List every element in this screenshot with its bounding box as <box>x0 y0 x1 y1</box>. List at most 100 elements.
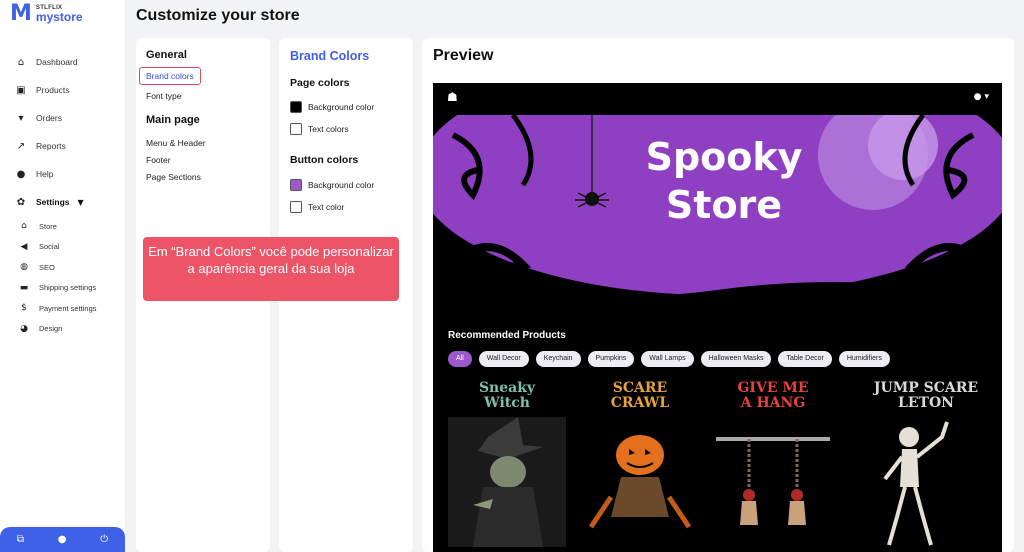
sidebar-subitem-seo[interactable]: ◍ SEO <box>0 257 125 278</box>
sidebar-subitem-label: Payment settings <box>39 303 97 313</box>
product-card[interactable]: Sneaky Witch <box>448 379 566 549</box>
product-card[interactable]: GIVE ME A HANG <box>714 379 832 549</box>
sidebar-subitem-label: SEO <box>39 262 55 272</box>
brand-colors-heading: Brand Colors <box>290 49 370 63</box>
product-title-line1: Sneaky <box>478 380 536 396</box>
chart-icon: ↗ <box>16 140 26 152</box>
chip-wall-lamps[interactable]: Wall Lamps <box>641 351 694 367</box>
logo[interactable]: M STLFLIX mystore <box>10 3 83 25</box>
user-icon[interactable]: ● <box>58 534 67 545</box>
skeleton-product-image <box>883 421 949 546</box>
sidebar-subitem-payment[interactable]: $ Payment settings <box>0 298 125 319</box>
chip-humidifiers[interactable]: Humidifiers <box>838 351 890 367</box>
button-background-color-row[interactable]: Background color <box>290 179 374 191</box>
sidebar-item-label: Settings <box>36 197 70 207</box>
product-title-line2: Witch <box>484 395 530 411</box>
sidebar-item-label: Orders <box>36 113 62 123</box>
pumpkin-product-image <box>588 435 692 529</box>
page-sections-link[interactable]: Page Sections <box>146 172 201 182</box>
ghost-logo-icon: ☗ <box>447 90 458 104</box>
category-filter-chips: All Wall Decor Keychain Pumpkins Wall La… <box>448 351 897 367</box>
sidebar-item-label: Help <box>36 169 54 179</box>
button-background-label: Background color <box>308 180 375 190</box>
page-background-label: Background color <box>308 102 375 112</box>
footer-link[interactable]: Footer <box>146 155 171 165</box>
power-icon[interactable]: ⏻ <box>100 534 108 545</box>
general-heading: General <box>146 49 187 61</box>
font-type-link[interactable]: Font type <box>146 91 181 101</box>
button-background-swatch[interactable] <box>290 179 302 191</box>
button-text-label: Text color <box>308 202 345 212</box>
sidebar-subitem-label: Social <box>39 242 60 252</box>
logo-mark-icon: M <box>10 1 32 26</box>
chip-keychain[interactable]: Keychain <box>535 351 581 367</box>
sidebar-item-products[interactable]: ▣ Products <box>0 76 125 104</box>
sidebar-item-label: Products <box>36 85 70 95</box>
sidebar-subitem-label: Shipping settings <box>39 283 97 293</box>
account-icon: ● <box>973 92 985 102</box>
page-text-color-row[interactable]: Text colors <box>290 123 349 135</box>
sidebar-subitem-label: Design <box>39 324 63 334</box>
sidebar-item-reports[interactable]: ↗ Reports <box>0 132 125 160</box>
store-nav-icons: ●▾ <box>974 92 992 102</box>
sidebar-nav: ⌂ Dashboard ▣ Products ▾ Orders ↗ Report… <box>0 48 125 339</box>
page-text-label: Text colors <box>308 124 349 134</box>
product-title: SCARE CRAWL <box>581 381 699 411</box>
sidebar-item-dashboard[interactable]: ⌂ Dashboard <box>0 48 125 76</box>
dollar-icon: $ <box>21 303 27 314</box>
product-title-line2: LETON <box>898 395 954 411</box>
chip-pumpkins[interactable]: Pumpkins <box>587 351 635 367</box>
sidebar-bottom-bar: ⧉ ● ⏻ <box>0 527 125 552</box>
sidebar-item-settings[interactable]: ✿ Settings ▼ <box>0 188 125 216</box>
page-background-swatch[interactable] <box>290 101 302 113</box>
product-title-line1: GIVE ME <box>737 380 809 396</box>
sidebar-item-label: Dashboard <box>36 57 78 67</box>
chevron-down-icon: ▼ <box>77 197 84 207</box>
product-card[interactable]: SCARE CRAWL <box>581 379 699 549</box>
home-icon: ⌂ <box>17 56 25 68</box>
cart-icon: ▾ <box>984 92 992 102</box>
cart-icon: ▾ <box>18 112 24 124</box>
sidebar-subitem-label: Store <box>39 221 57 231</box>
page-title: Customize your store <box>136 7 300 24</box>
box-icon: ▣ <box>16 84 26 96</box>
brand-colors-tooltip: Em “Brand Colors” você pode personalizar… <box>143 237 399 301</box>
chip-wall-decor[interactable]: Wall Decor <box>478 351 529 367</box>
chip-halloween-masks[interactable]: Halloween Masks <box>700 351 772 367</box>
sidebar-subitem-social[interactable]: ◀ Social <box>0 237 125 258</box>
product-title: GIVE ME A HANG <box>714 381 832 411</box>
bank-icon: ⌂ <box>21 221 27 232</box>
palette-icon: ◕ <box>20 323 28 334</box>
sidebar-subitem-shipping[interactable]: ▬ Shipping settings <box>0 278 125 299</box>
brand-colors-link[interactable]: Brand colors <box>139 67 201 85</box>
chip-table-decor[interactable]: Table Decor <box>778 351 832 367</box>
globe-icon: ◍ <box>20 262 28 273</box>
chip-all[interactable]: All <box>448 351 472 367</box>
preview-panel: Preview ☗ ●▾ Spooky Store Recommended Pr… <box>422 38 1014 552</box>
product-title-line2: CRAWL <box>610 395 670 411</box>
recommended-products-title: Recommended Products <box>448 330 566 341</box>
sidebar-subitem-design[interactable]: ◕ Design <box>0 319 125 340</box>
hero-title: Spooky Store <box>629 133 819 229</box>
button-text-color-row[interactable]: Text color <box>290 201 344 213</box>
external-link-icon[interactable]: ⧉ <box>17 534 24 545</box>
button-text-swatch[interactable] <box>290 201 302 213</box>
share-icon: ◀ <box>20 241 28 252</box>
sidebar-item-orders[interactable]: ▾ Orders <box>0 104 125 132</box>
product-card[interactable]: JUMP SCARE LETON <box>867 379 985 549</box>
witch-product-image <box>448 417 566 547</box>
preview-heading: Preview <box>433 47 494 64</box>
page-colors-heading: Page colors <box>290 77 350 89</box>
sidebar-item-help[interactable]: ● Help <box>0 160 125 188</box>
sidebar-subitem-store[interactable]: ⌂ Store <box>0 216 125 237</box>
menu-header-link[interactable]: Menu & Header <box>146 138 206 148</box>
product-title-line2: A HANG <box>740 395 806 411</box>
page-text-swatch[interactable] <box>290 123 302 135</box>
main-page-heading: Main page <box>146 114 200 126</box>
store-preview: ☗ ●▾ Spooky Store Recommended Products A… <box>433 83 1002 552</box>
hanging-hands-product-image <box>716 437 830 525</box>
product-title-line1: JUMP SCARE <box>873 380 979 396</box>
page-background-color-row[interactable]: Background color <box>290 101 374 113</box>
hero-title-line1: Spooky <box>645 135 803 179</box>
hero-title-line2: Store <box>665 183 783 227</box>
